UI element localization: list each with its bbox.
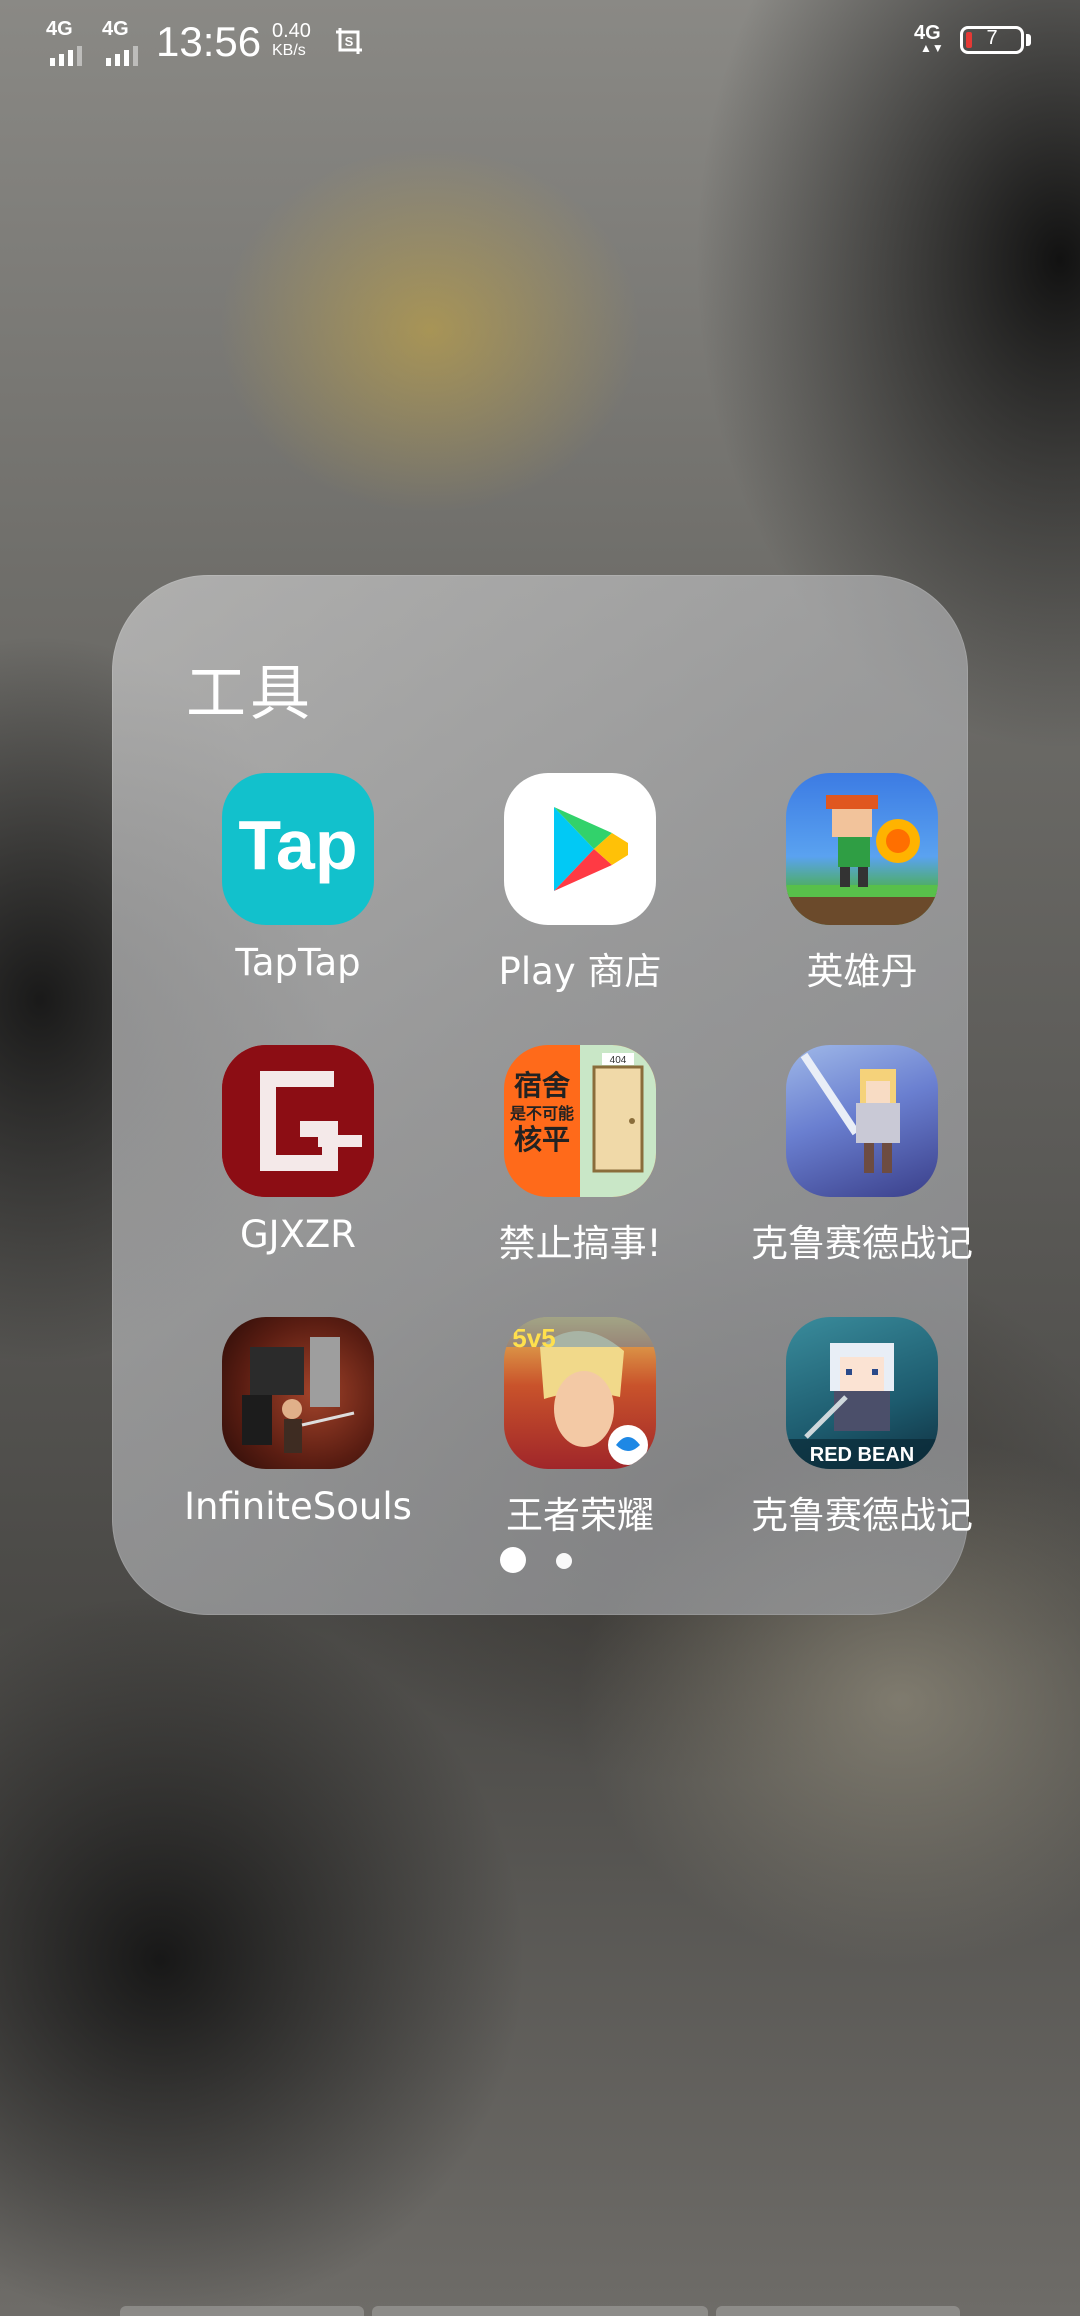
app-crusaders-quest-red-bean[interactable]: RED BEAN 克鲁赛德战记: [722, 1317, 1002, 1537]
dock-hint: [372, 2306, 708, 2316]
sim2-signal-icon: 4G: [102, 18, 154, 66]
icon-text-line3: 核平: [514, 1123, 570, 1156]
honor-of-kings-icon[interactable]: 5v5: [504, 1317, 656, 1469]
battery-icon: 7: [960, 26, 1024, 54]
badge-5v5: 5v5: [512, 1323, 555, 1353]
app-label: TapTap: [235, 941, 361, 984]
battery-level: 7: [986, 27, 998, 49]
screenshot-icon: S: [334, 26, 364, 56]
app-no-trouble[interactable]: 404 宿舍 是不可能 核平 禁止搞事!: [440, 1045, 720, 1265]
app-label: 禁止搞事!: [498, 1222, 662, 1265]
icon-text-line1: 宿舍: [514, 1069, 570, 1102]
app-label: InfiniteSouls: [184, 1485, 412, 1528]
clock: 13:56: [156, 18, 262, 65]
page-dot-current[interactable]: [500, 1547, 526, 1573]
hero-dan-icon[interactable]: [786, 773, 938, 925]
battery-tip: [1026, 34, 1031, 46]
taptap-icon-text: Tap: [238, 806, 357, 884]
sim2-network-type: 4G: [102, 18, 129, 40]
app-play-store[interactable]: Play 商店: [440, 773, 720, 993]
sim1-signal-icon: 4G: [46, 18, 98, 66]
app-label: GJXZR: [240, 1213, 356, 1256]
app-label: 英雄丹: [806, 950, 918, 993]
app-crusaders-quest[interactable]: 克鲁赛德战记: [722, 1045, 1002, 1265]
crusaders-quest-red-bean-icon[interactable]: RED BEAN: [786, 1317, 938, 1469]
data-arrows-icon: ▲▼: [920, 41, 944, 55]
app-label: 克鲁赛德战记: [751, 1494, 973, 1537]
app-folder: 工具 Tap TapTap Play 商店 英雄丹 GJXZR 404 宿舍 是…: [112, 575, 973, 1615]
sim1-network-type: 4G: [46, 18, 73, 40]
gjxzr-icon[interactable]: [222, 1045, 374, 1197]
app-hero-dan[interactable]: 英雄丹: [722, 773, 1002, 993]
crusaders-quest-icon[interactable]: [786, 1045, 938, 1197]
app-label: Play 商店: [498, 950, 662, 993]
network-speed: 0.40 KB/s: [272, 20, 332, 60]
app-label: 克鲁赛德战记: [751, 1222, 973, 1265]
app-honor-of-kings[interactable]: 5v5 王者荣耀: [440, 1317, 720, 1537]
dock-hint: [120, 2306, 364, 2316]
no-trouble-icon[interactable]: 404 宿舍 是不可能 核平: [504, 1045, 656, 1197]
red-bean-text: RED BEAN: [810, 1444, 914, 1466]
taptap-icon[interactable]: Tap: [222, 773, 374, 925]
dock-hint: [716, 2306, 960, 2316]
folder-title[interactable]: 工具: [186, 645, 314, 732]
data-network-icon: 4G ▲▼: [914, 22, 954, 62]
app-infinite-souls[interactable]: InfiniteSouls: [158, 1317, 438, 1537]
play-store-icon[interactable]: [504, 773, 656, 925]
door-number: 404: [610, 1055, 627, 1066]
svg-text:S: S: [345, 34, 354, 49]
icon-text-line2: 是不可能: [509, 1104, 574, 1123]
network-speed-unit: KB/s: [272, 42, 306, 59]
page-indicator: [112, 1547, 968, 1577]
app-taptap[interactable]: Tap TapTap: [158, 773, 438, 993]
infinite-souls-icon[interactable]: [222, 1317, 374, 1469]
app-gjxzr[interactable]: GJXZR: [158, 1045, 438, 1265]
status-bar: 4G 4G 13:56 0.40 KB/s S 4G ▲▼ 7: [0, 0, 1080, 90]
app-label: 王者荣耀: [506, 1494, 654, 1537]
network-speed-value: 0.40: [272, 20, 311, 42]
home-screen: 4G 4G 13:56 0.40 KB/s S 4G ▲▼ 7 工具 Tap T…: [0, 0, 1080, 2316]
page-dot[interactable]: [556, 1553, 572, 1569]
